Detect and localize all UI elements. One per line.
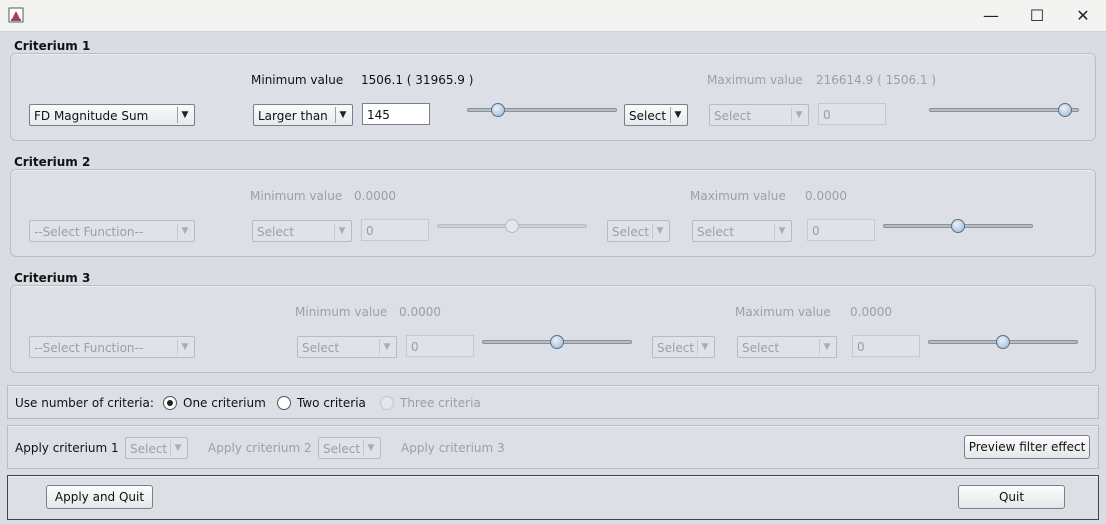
dropdown-arrow-icon: ▼ [379, 339, 394, 355]
max-value-label: Maximum value [690, 189, 786, 203]
footer-panel: Apply and Quit Quit [7, 475, 1099, 520]
apply-criterium-1-label: Apply criterium 1 [15, 441, 119, 455]
logic-select[interactable]: Select ▼ [652, 336, 715, 358]
min-value-readout: 1506.1 ( 31965.9 ) [361, 73, 474, 87]
max-value-label: Maximum value [735, 305, 831, 319]
min-value-readout: 0.0000 [354, 189, 396, 203]
slider-thumb[interactable] [951, 219, 965, 233]
dropdown-arrow-icon: ▼ [652, 223, 667, 239]
function-select[interactable]: --Select Function-- ▼ [29, 336, 195, 358]
minimize-button[interactable]: — [968, 0, 1014, 31]
min-value-input[interactable]: 0 [361, 219, 429, 241]
min-value-label: Minimum value [251, 73, 344, 87]
min-value-slider[interactable] [482, 334, 632, 350]
quit-button[interactable]: Quit [958, 485, 1065, 509]
preview-filter-button[interactable]: Preview filter effect [964, 435, 1090, 459]
min-value-readout: 0.0000 [399, 305, 441, 319]
function-select[interactable]: FD Magnitude Sum ▼ [29, 104, 195, 126]
max-value-slider[interactable] [928, 334, 1078, 350]
dropdown-arrow-icon: ▼ [177, 223, 192, 239]
dropdown-arrow-icon: ▼ [170, 440, 185, 456]
java-app-icon [8, 7, 24, 23]
criterium-1-panel: Minimum value 1506.1 ( 31965.9 ) Maximum… [10, 53, 1096, 141]
dropdown-arrow-icon: ▼ [819, 339, 834, 355]
min-value-label: Minimum value [250, 189, 343, 203]
radio-one-criterium-label[interactable]: One criterium [183, 396, 266, 410]
dropdown-arrow-icon: ▼ [670, 107, 685, 123]
num-criteria-panel: Use number of criteria: One criterium Tw… [7, 385, 1099, 419]
criterium-2-panel: Minimum value 0.0000 Maximum value 0.000… [10, 169, 1096, 257]
min-value-input[interactable]: 145 [362, 103, 430, 125]
logic-select[interactable]: Select ▼ [624, 104, 688, 126]
function-select[interactable]: --Select Function-- ▼ [29, 220, 195, 242]
radio-two-criteria-label[interactable]: Two criteria [297, 396, 366, 410]
min-operator-select[interactable]: Larger than ▼ [253, 104, 353, 126]
max-value-readout: 216614.9 ( 1506.1 ) [816, 73, 937, 87]
radio-two-criteria[interactable] [277, 396, 291, 410]
criterium-3-title: Criterium 3 [14, 271, 91, 285]
max-value-readout: 0.0000 [850, 305, 892, 319]
maximize-button[interactable]: ☐ [1014, 0, 1060, 31]
radio-three-criteria-label[interactable]: Three criteria [400, 396, 481, 410]
logic-select[interactable]: Select ▼ [607, 220, 670, 242]
min-operator-select[interactable]: Select ▼ [252, 220, 352, 242]
dropdown-arrow-icon: ▼ [791, 107, 806, 123]
dropdown-arrow-icon: ▼ [697, 339, 712, 355]
dropdown-arrow-icon: ▼ [335, 107, 350, 123]
apply-select-1[interactable]: Select ▼ [125, 437, 188, 459]
dropdown-arrow-icon: ▼ [774, 223, 789, 239]
min-value-label: Minimum value [295, 305, 388, 319]
max-value-input[interactable]: 0 [818, 103, 886, 125]
dropdown-arrow-icon: ▼ [363, 440, 378, 456]
min-operator-select[interactable]: Select ▼ [297, 336, 397, 358]
close-button[interactable]: ✕ [1060, 0, 1106, 31]
slider-thumb[interactable] [550, 335, 564, 349]
apply-criterium-2-label: Apply criterium 2 [208, 441, 312, 455]
min-value-input[interactable]: 0 [406, 335, 474, 357]
num-criteria-label: Use number of criteria: [15, 396, 154, 410]
max-value-input[interactable]: 0 [807, 219, 875, 241]
max-operator-select[interactable]: Select ▼ [709, 104, 809, 126]
apply-and-quit-button[interactable]: Apply and Quit [46, 485, 153, 509]
apply-panel: Apply criterium 1 Select ▼ Apply criteri… [7, 425, 1099, 469]
max-value-readout: 0.0000 [805, 189, 847, 203]
radio-three-criteria[interactable] [380, 396, 394, 410]
criterium-1-title: Criterium 1 [14, 39, 91, 53]
max-value-slider[interactable] [883, 218, 1033, 234]
minimize-icon: — [983, 6, 999, 25]
radio-one-criterium[interactable] [163, 396, 177, 410]
apply-criterium-3-label: Apply criterium 3 [401, 441, 505, 455]
slider-thumb[interactable] [505, 219, 519, 233]
criterium-2-title: Criterium 2 [14, 155, 91, 169]
maximize-icon: ☐ [1029, 6, 1045, 25]
max-value-label: Maximum value [707, 73, 803, 87]
slider-thumb[interactable] [996, 335, 1010, 349]
max-operator-select[interactable]: Select ▼ [692, 220, 792, 242]
min-value-slider[interactable] [467, 102, 617, 118]
min-value-slider[interactable] [437, 218, 587, 234]
dropdown-arrow-icon: ▼ [177, 339, 192, 355]
slider-thumb[interactable] [491, 103, 505, 117]
dropdown-arrow-icon: ▼ [177, 107, 192, 123]
dropdown-arrow-icon: ▼ [334, 223, 349, 239]
max-operator-select[interactable]: Select ▼ [737, 336, 837, 358]
apply-select-2[interactable]: Select ▼ [318, 437, 381, 459]
close-icon: ✕ [1076, 6, 1090, 25]
slider-thumb[interactable] [1058, 103, 1072, 117]
criterium-3-panel: Minimum value 0.0000 Maximum value 0.000… [10, 285, 1096, 373]
max-value-input[interactable]: 0 [852, 335, 920, 357]
max-value-slider[interactable] [929, 102, 1079, 118]
title-bar: — ☐ ✕ [0, 0, 1106, 32]
